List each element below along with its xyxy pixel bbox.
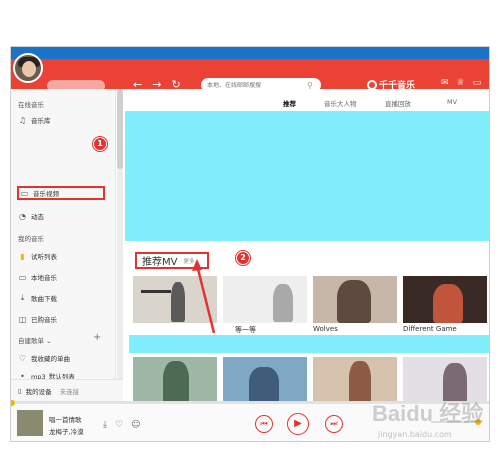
baidu-watermark: Baidu 经验 bbox=[372, 401, 484, 426]
music-note-icon: ♫ bbox=[18, 115, 27, 125]
top-bar: ← → ↻ ⚲ 千千音乐 ✉ ♕ ▭ — bbox=[11, 59, 490, 92]
monitor-icon: ▭ bbox=[20, 188, 29, 198]
skin-icon[interactable]: ♕ bbox=[457, 78, 465, 88]
more-link[interactable]: 更多 bbox=[183, 257, 194, 265]
circle-arrow-icon: ◔ bbox=[19, 211, 26, 221]
comment-icon[interactable]: ☺ bbox=[131, 420, 140, 430]
sidebar-item-downloads[interactable]: ⤓ 歌曲下载 bbox=[18, 291, 106, 305]
song-title[interactable]: 唱一首情歌 bbox=[49, 414, 82, 424]
heart-icon[interactable]: ♡ bbox=[115, 420, 123, 430]
promo-strip[interactable] bbox=[129, 335, 489, 353]
window-top-strip bbox=[11, 47, 489, 59]
tab-music-big-names[interactable]: 音乐大人物 bbox=[324, 98, 357, 108]
mv-title[interactable]: Different Game bbox=[403, 325, 457, 333]
sidebar-item-label: 已购音乐 bbox=[31, 316, 57, 324]
monitor-icon: ▭ bbox=[18, 272, 27, 282]
sidebar-item-label: 歌曲下载 bbox=[31, 295, 57, 303]
callout-2: 2 bbox=[236, 251, 250, 265]
tab-mv[interactable]: MV bbox=[447, 98, 457, 106]
album-cover[interactable] bbox=[17, 410, 43, 436]
progress-knob[interactable] bbox=[11, 400, 15, 406]
window-controls: ✉ ♕ ▭ — bbox=[441, 78, 490, 88]
next-button[interactable]: ⏭ bbox=[325, 415, 343, 433]
my-device-bar[interactable]: ▯ 我的设备 未连接 bbox=[11, 379, 123, 401]
sidebar-item-label: 本地音乐 bbox=[31, 274, 57, 282]
minimize-icon[interactable]: — bbox=[489, 78, 490, 88]
bars-icon: ▮ bbox=[20, 251, 25, 261]
brand-logo-icon bbox=[367, 79, 377, 90]
recommended-mv-title: 推荐MV bbox=[142, 257, 178, 268]
mv-thumbnail[interactable] bbox=[313, 276, 397, 323]
sidebar-item-purchased[interactable]: ◫ 已购音乐 bbox=[18, 312, 106, 326]
sidebar-item-trial-list[interactable]: ▮ 试听列表 bbox=[18, 249, 106, 263]
play-button[interactable]: ▶ bbox=[287, 413, 309, 435]
sidebar-item-music-video[interactable]: ▭ 音乐视频 bbox=[17, 186, 105, 200]
section-my-music: 我的音乐 bbox=[18, 235, 44, 243]
mv-thumbnail[interactable] bbox=[223, 357, 307, 404]
hero-banner[interactable] bbox=[125, 111, 489, 241]
add-playlist-icon[interactable]: + bbox=[93, 332, 101, 343]
sidebar-item-label: 我收藏的单曲 bbox=[31, 355, 70, 363]
search-input[interactable] bbox=[207, 81, 305, 89]
sidebar-item-feed[interactable]: ◔ 动态 bbox=[18, 209, 106, 223]
sidebar-item-local-music[interactable]: ▭ 本地音乐 bbox=[18, 270, 106, 284]
main-content: 推荐 音乐大人物 直播回放 MV 推荐MV 更多 等一等 Wolves Diff… bbox=[123, 89, 489, 404]
song-actions: ⤓ ♡ ☺ bbox=[103, 420, 140, 430]
bag-icon: ◫ bbox=[18, 314, 27, 324]
mv-title[interactable]: Wolves bbox=[313, 325, 338, 333]
content-tabs: 推荐 音乐大人物 直播回放 MV bbox=[123, 89, 489, 111]
tab-recommend[interactable]: 推荐 bbox=[283, 98, 296, 108]
mv-thumbnail[interactable] bbox=[403, 276, 487, 323]
music-app-window: ← → ↻ ⚲ 千千音乐 ✉ ♕ ▭ — 在线音乐 ♫ 音乐库 ▭ 音乐视 bbox=[10, 46, 490, 442]
section-playlists-label: 自建歌单 bbox=[18, 337, 44, 345]
sidebar-item-favorites[interactable]: ♡ 我收藏的单曲 bbox=[18, 351, 106, 365]
chevron-down-icon: ⌄ bbox=[46, 337, 52, 345]
sidebar-item-label: 音乐视频 bbox=[33, 190, 59, 198]
previous-button[interactable]: ⏮ bbox=[255, 415, 273, 433]
mini-mode-icon[interactable]: ▭ bbox=[473, 78, 482, 88]
section-online-music: 在线音乐 bbox=[18, 101, 44, 109]
sidebar-item-label: 试听列表 bbox=[31, 253, 57, 261]
device-status: 未连接 bbox=[59, 387, 80, 396]
section-playlists[interactable]: 自建歌单 ⌄ bbox=[18, 335, 52, 345]
sidebar-item-label: 动态 bbox=[31, 213, 44, 221]
artist-name[interactable]: 龙梅子,冷漠 bbox=[49, 426, 84, 436]
baidu-watermark-url: jingyan.baidu.com bbox=[378, 430, 452, 439]
recommended-mv-header: 推荐MV 更多 bbox=[135, 252, 209, 269]
sidebar-item-label: 音乐库 bbox=[31, 117, 51, 125]
mv-thumbnail[interactable] bbox=[223, 276, 307, 323]
download-icon[interactable]: ⤓ bbox=[103, 420, 107, 430]
sidebar-item-music-library[interactable]: ♫ 音乐库 bbox=[18, 113, 106, 127]
phone-icon: ▯ bbox=[18, 386, 22, 395]
callout-1: 1 bbox=[93, 137, 107, 151]
mail-icon[interactable]: ✉ bbox=[441, 78, 449, 88]
avatar[interactable] bbox=[13, 53, 43, 83]
device-label: 我的设备 bbox=[25, 387, 52, 396]
mv-thumbnail[interactable] bbox=[133, 357, 217, 404]
mv-thumbnail[interactable] bbox=[133, 276, 217, 323]
download-icon: ⤓ bbox=[20, 293, 25, 302]
heart-icon: ♡ bbox=[18, 353, 27, 363]
sidebar: 在线音乐 ♫ 音乐库 ▭ 音乐视频 ◔ 动态 我的音乐 ▮ 试听列表 ▭ 本地音… bbox=[11, 89, 116, 401]
tab-live-replay[interactable]: 直播回放 bbox=[385, 98, 411, 108]
mv-title[interactable]: 等一等 bbox=[235, 325, 256, 335]
